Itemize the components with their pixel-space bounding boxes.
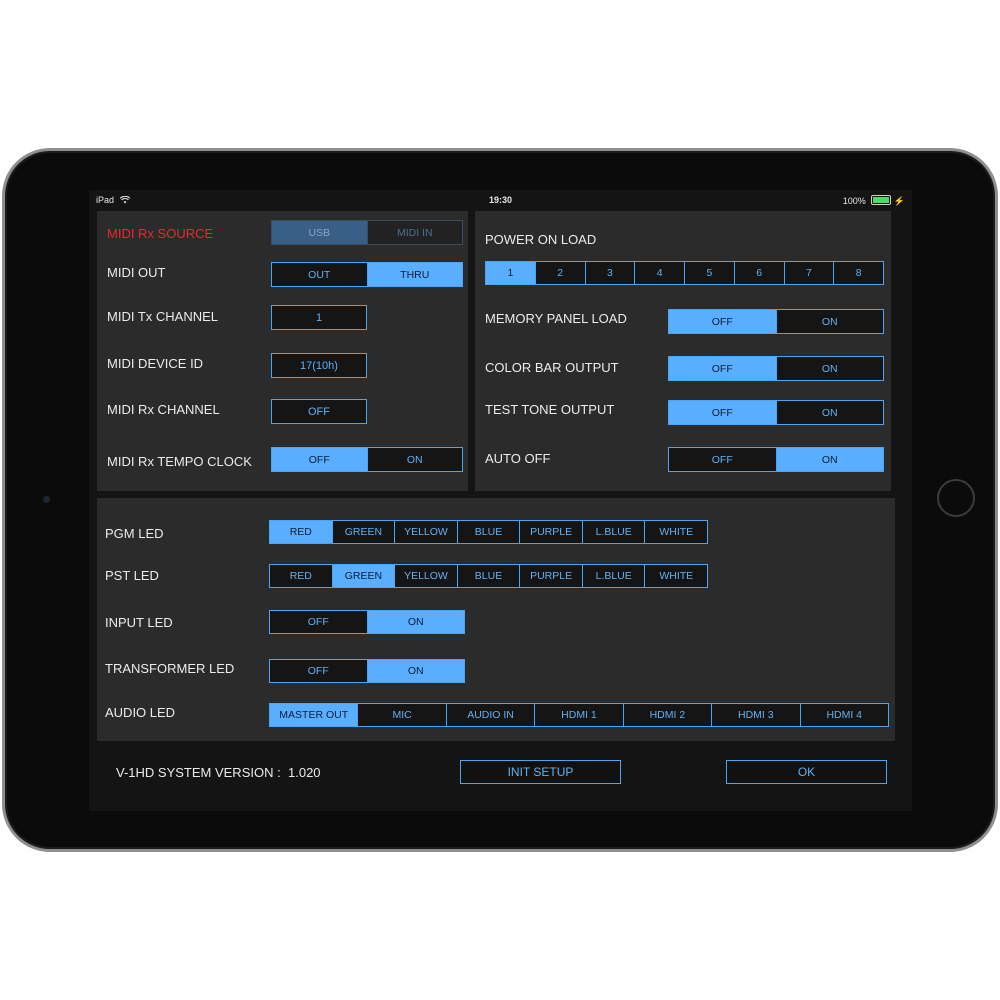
status-battery: 100% ⚡ [843, 195, 905, 207]
system-version-value: 1.020 [288, 765, 321, 780]
auto-off-option[interactable]: ON [775, 448, 883, 471]
midi-panel: MIDI Rx SOURCE USB MIDI IN MIDI OUT OUT … [97, 211, 468, 491]
transformer-led-selector: OFF ON [269, 659, 465, 683]
midi-rx-tempo-clock-label: MIDI Rx TEMPO CLOCK [107, 454, 252, 469]
audio-led-label: AUDIO LED [105, 705, 176, 720]
color-bar-output-label: COLOR BAR OUTPUT [485, 360, 619, 375]
audio-led-option[interactable]: HDMI 4 [799, 704, 888, 726]
test-tone-output-selector: OFF ON [668, 400, 884, 425]
power-on-load-option[interactable]: 7 [783, 262, 834, 284]
midi-device-id-label: MIDI DEVICE ID [107, 356, 204, 371]
pgm-led-selector: RED GREEN YELLOW BLUE PURPLE L.BLUE WHIT… [269, 520, 708, 544]
power-on-load-option[interactable]: 4 [634, 262, 684, 284]
transformer-led-option[interactable]: OFF [270, 660, 367, 682]
led-panel: PGM LED RED GREEN YELLOW BLUE PURPLE L.B… [97, 498, 895, 741]
pst-led-option[interactable]: RED [270, 565, 332, 587]
power-on-load-option[interactable]: 2 [534, 262, 585, 284]
auto-off-label: AUTO OFF [485, 451, 551, 466]
auto-off-selector: OFF ON [668, 447, 884, 472]
midi-out-selector: OUT THRU [271, 262, 463, 287]
midi-rx-source-selector: USB MIDI IN [271, 220, 463, 245]
midi-device-id-value[interactable]: 17(10h) [271, 353, 367, 378]
midi-out-label: MIDI OUT [107, 265, 166, 280]
midi-rx-channel-label: MIDI Rx CHANNEL [107, 402, 220, 417]
input-led-selector: OFF ON [269, 610, 465, 634]
pst-led-option[interactable]: L.BLUE [581, 565, 645, 587]
pgm-led-label: PGM LED [105, 526, 164, 541]
pst-led-option[interactable]: BLUE [456, 565, 520, 587]
transformer-led-label: TRANSFORMER LED [105, 661, 235, 676]
home-button[interactable] [937, 479, 975, 517]
midi-rx-channel-value[interactable]: OFF [271, 399, 367, 424]
audio-led-option[interactable]: MASTER OUT [270, 704, 358, 726]
pst-led-label: PST LED [105, 568, 159, 583]
status-bar: iPad 19:30 100% ⚡ [89, 190, 912, 210]
init-setup-button[interactable]: INIT SETUP [460, 760, 621, 784]
audio-led-option[interactable]: MIC [357, 704, 445, 726]
midi-out-option[interactable]: OUT [272, 263, 367, 286]
midi-out-option[interactable]: THRU [366, 263, 462, 286]
midi-rx-source-option[interactable]: USB [272, 221, 367, 244]
color-bar-output-selector: OFF ON [668, 356, 884, 381]
pst-led-selector: RED GREEN YELLOW BLUE PURPLE L.BLUE WHIT… [269, 564, 708, 588]
memory-panel-load-label: MEMORY PANEL LOAD [485, 311, 627, 326]
midi-rx-tempo-clock-selector: OFF ON [271, 447, 463, 472]
power-on-load-option[interactable]: 6 [733, 262, 784, 284]
input-led-label: INPUT LED [105, 615, 173, 630]
power-on-load-option[interactable]: 8 [833, 262, 883, 284]
midi-rx-source-option[interactable]: MIDI IN [366, 221, 463, 244]
color-bar-output-option[interactable]: ON [775, 357, 884, 380]
power-on-load-option[interactable]: 1 [486, 262, 535, 284]
pgm-led-option[interactable]: YELLOW [394, 521, 457, 543]
status-time: 19:30 [488, 195, 513, 205]
midi-rx-source-label: MIDI Rx SOURCE [107, 226, 214, 241]
midi-rx-tempo-clock-option[interactable]: ON [366, 448, 463, 471]
color-bar-output-option[interactable]: OFF [669, 357, 776, 380]
battery-percent: 100% [842, 196, 866, 206]
pgm-led-option[interactable]: GREEN [331, 521, 395, 543]
pgm-led-option[interactable]: PURPLE [519, 521, 582, 543]
memory-panel-load-option[interactable]: ON [775, 310, 884, 333]
audio-led-option[interactable]: HDMI 1 [534, 704, 622, 726]
transformer-led-option[interactable]: ON [366, 660, 464, 682]
test-tone-output-label: TEST TONE OUTPUT [485, 402, 615, 417]
pgm-led-option[interactable]: WHITE [644, 521, 707, 543]
audio-led-option[interactable]: HDMI 2 [622, 704, 711, 726]
power-on-load-option[interactable]: 5 [684, 262, 734, 284]
system-version-label: V-1HD SYSTEM VERSION : [116, 765, 281, 780]
audio-led-option[interactable]: AUDIO IN [445, 704, 534, 726]
midi-tx-channel-label: MIDI Tx CHANNEL [107, 309, 218, 324]
pgm-led-option[interactable]: L.BLUE [581, 521, 645, 543]
midi-rx-tempo-clock-option[interactable]: OFF [272, 448, 367, 471]
input-led-option[interactable]: OFF [270, 611, 367, 633]
pst-led-option[interactable]: WHITE [644, 565, 707, 587]
test-tone-output-option[interactable]: ON [775, 401, 884, 424]
input-led-option[interactable]: ON [366, 611, 464, 633]
charging-icon: ⚡ [893, 196, 905, 206]
memory-panel-load-selector: OFF ON [668, 309, 884, 334]
app-screen: iPad 19:30 100% ⚡ MIDI Rx SOURCE USB MID… [89, 190, 912, 811]
auto-off-option[interactable]: OFF [669, 448, 776, 471]
pst-led-option[interactable]: GREEN [331, 565, 395, 587]
pgm-led-option[interactable]: RED [270, 521, 332, 543]
camera-dot [43, 496, 50, 503]
midi-tx-channel-value[interactable]: 1 [271, 305, 367, 330]
pst-led-option[interactable]: PURPLE [519, 565, 582, 587]
pst-led-option[interactable]: YELLOW [394, 565, 457, 587]
system-panel: POWER ON LOAD 1 2 3 4 5 6 7 8 MEMORY PAN… [475, 211, 891, 491]
pgm-led-option[interactable]: BLUE [456, 521, 520, 543]
test-tone-output-option[interactable]: OFF [669, 401, 776, 424]
power-on-load-selector: 1 2 3 4 5 6 7 8 [485, 261, 884, 285]
battery-icon [871, 195, 892, 205]
power-on-load-label: POWER ON LOAD [485, 232, 597, 247]
audio-led-selector: MASTER OUT MIC AUDIO IN HDMI 1 HDMI 2 HD… [269, 703, 889, 727]
audio-led-option[interactable]: HDMI 3 [711, 704, 799, 726]
power-on-load-option[interactable]: 3 [584, 262, 635, 284]
ok-button[interactable]: OK [726, 760, 887, 784]
memory-panel-load-option[interactable]: OFF [669, 310, 776, 333]
